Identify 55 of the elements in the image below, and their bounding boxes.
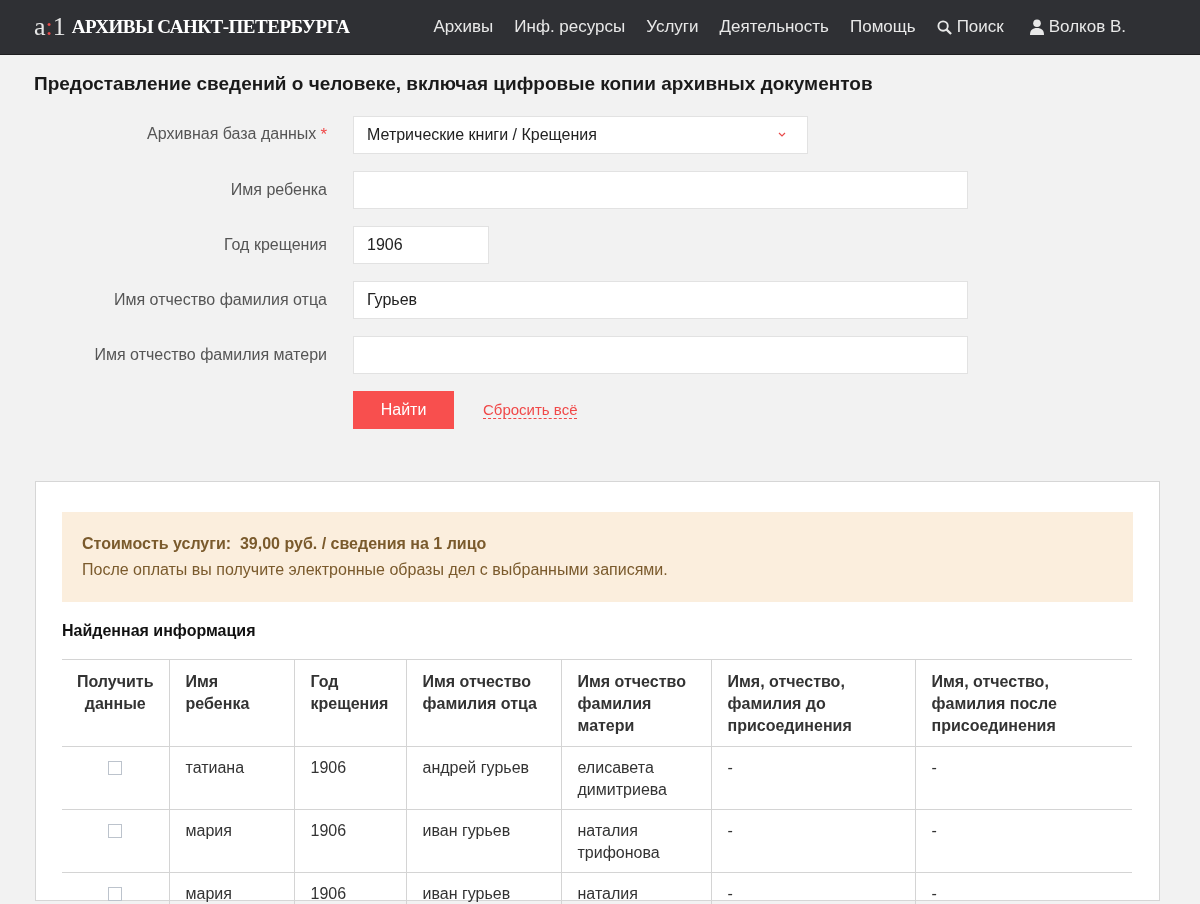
notice-text: После оплаты вы получите электронные образы дел с выбранными записями. bbox=[82, 559, 669, 580]
table-cell: - bbox=[711, 872, 915, 904]
column-header: Имя, отчество, фамилия до присоединения bbox=[711, 659, 915, 746]
select-field[interactable]: Метрические книги / Крещения bbox=[353, 115, 808, 154]
nav-link[interactable]: Услуги bbox=[646, 14, 699, 40]
required-mark: * bbox=[320, 123, 327, 146]
table-cell: елисавета димитриева bbox=[561, 746, 711, 809]
nav-link[interactable]: Поиск bbox=[936, 14, 1004, 40]
table-cell: иван гурьев bbox=[406, 809, 561, 872]
field-label: Имя отчество фамилия матери bbox=[94, 344, 327, 365]
nav-link[interactable]: Волков В. bbox=[1029, 14, 1126, 40]
column-header: Имя отчество фамилия отца bbox=[406, 659, 561, 746]
table-cell: 1906 bbox=[294, 746, 406, 809]
table-cell: татиана bbox=[169, 746, 294, 809]
nav-link[interactable]: Деятельность bbox=[719, 14, 829, 40]
table-cell: андрей гурьев bbox=[406, 746, 561, 809]
nav-link[interactable]: Инф. ресурсы bbox=[514, 14, 626, 40]
column-header: Имя отчество фамилия матери bbox=[561, 659, 711, 746]
table-cell: 1906 bbox=[294, 872, 406, 904]
table-cell: - bbox=[915, 872, 1132, 904]
table-cell: наталия трифонова bbox=[561, 809, 711, 872]
field-label: Год крещения bbox=[223, 234, 327, 255]
checkbox[interactable] bbox=[108, 760, 123, 775]
logo[interactable]: a:1 bbox=[34, 14, 66, 40]
input-field[interactable] bbox=[353, 170, 968, 209]
field-label: Имя отчество фамилия отца bbox=[113, 289, 327, 310]
field-label: Архивная база данных bbox=[147, 123, 317, 144]
input-field[interactable] bbox=[353, 335, 968, 374]
user-icon bbox=[1029, 19, 1044, 35]
input-field[interactable]: 1906 bbox=[353, 225, 489, 264]
table-cell: - bbox=[711, 746, 915, 809]
column-header: Год крещения bbox=[294, 659, 406, 746]
table-cell: - bbox=[711, 809, 915, 872]
page-title: Предоставление сведений о человеке, включая цифровые копии архивных документов bbox=[34, 72, 874, 96]
nav-link[interactable]: Архивы bbox=[433, 14, 494, 40]
checkbox[interactable] bbox=[108, 823, 123, 838]
table-cell: мария bbox=[169, 809, 294, 872]
search-icon bbox=[936, 19, 952, 35]
field-label: Имя ребенка bbox=[230, 179, 327, 200]
checkbox[interactable] bbox=[108, 886, 123, 901]
column-header: Имя ребенка bbox=[169, 659, 294, 746]
table-cell: - bbox=[915, 809, 1132, 872]
column-header: Имя, отчество, фамилия после присоединения bbox=[915, 659, 1132, 746]
price-text: Стоимость услуги: 39,00 руб. / сведения на 1 лицо bbox=[82, 533, 488, 554]
table-cell: 1906 bbox=[294, 809, 406, 872]
table-cell: наталия bbox=[561, 872, 711, 904]
column-header: Получить данные bbox=[62, 659, 169, 746]
table-cell: мария bbox=[169, 872, 294, 904]
table-cell: иван гурьев bbox=[406, 872, 561, 904]
results-heading: Найденная информация bbox=[62, 620, 257, 641]
nav-link[interactable]: Помощь bbox=[849, 14, 916, 40]
caret-icon bbox=[778, 132, 786, 137]
input-field[interactable]: Гурьев bbox=[353, 280, 968, 319]
table-cell: - bbox=[915, 746, 1132, 809]
site-title[interactable]: АРХИВЫ САНКТ-ПЕТЕРБУРГА bbox=[71, 12, 350, 42]
